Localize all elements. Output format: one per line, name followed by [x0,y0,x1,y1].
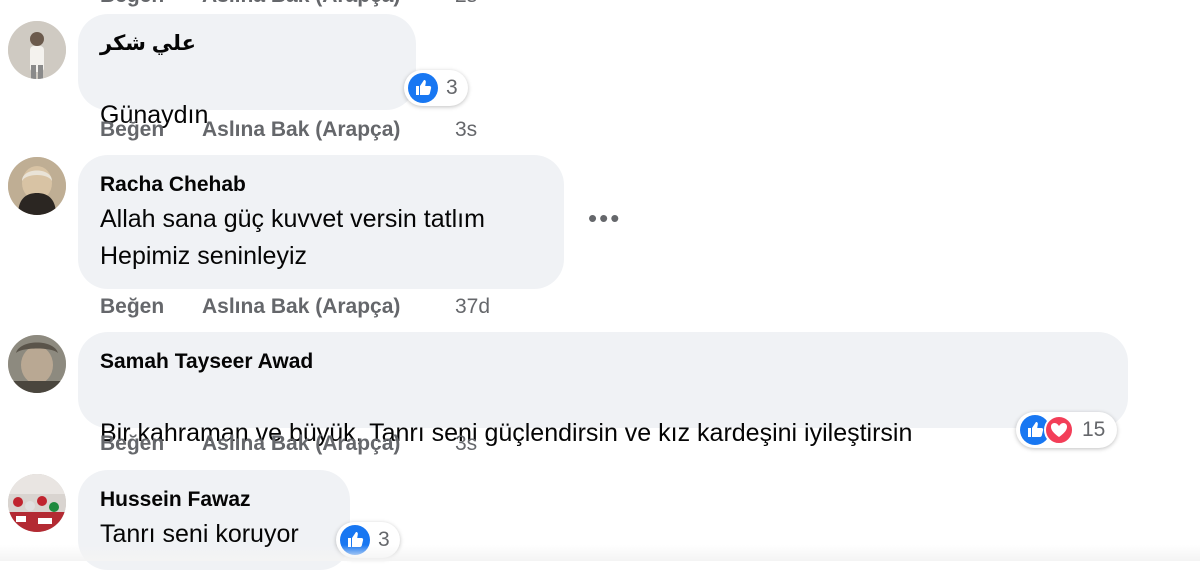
like-link[interactable]: Beğen [100,0,164,8]
avatar[interactable] [8,157,66,215]
comment-author[interactable]: علي شكر [100,32,394,56]
bottom-fade [0,545,1200,561]
comment-bubble: Racha Chehab Allah sana güç kuvvet versi… [78,155,564,289]
like-link[interactable]: Beğen [100,432,164,456]
love-reaction-icon [1044,415,1074,445]
avatar-photo [8,21,66,79]
comment-text: Allah sana güç kuvvet versin tatlım Hepi… [100,205,485,270]
timestamp: 37d [455,295,491,318]
like-link[interactable]: Beğen [100,295,164,319]
more-options-button[interactable]: ••• [588,205,621,231]
comment-author[interactable]: Racha Chehab [100,173,542,197]
like-reaction-icon [408,73,438,103]
reaction-summary[interactable]: 15 [1016,412,1118,448]
translate-link[interactable]: Aslına Bak (Arapça) [202,0,400,8]
avatar-photo [8,474,66,532]
avatar[interactable] [8,21,66,79]
translate-link[interactable]: Aslına Bak (Arapça) [202,432,400,456]
reaction-count: 15 [1082,418,1106,441]
reaction-summary[interactable]: 3 [404,70,468,106]
timestamp: 3s [455,118,478,141]
comment-author[interactable]: Hussein Fawaz [100,488,328,512]
translate-link[interactable]: Aslına Bak (Arapça) [202,295,400,319]
comment-bubble: علي شكر Günaydın [78,14,416,202]
avatar[interactable] [8,335,66,393]
timestamp: 3s [455,432,478,455]
like-link[interactable]: Beğen [100,118,164,142]
comment-author[interactable]: Samah Tayseer Awad [100,350,1106,374]
timestamp: 2s [455,0,477,8]
translate-link[interactable]: Aslına Bak (Arapça) [202,118,400,142]
avatar-photo [8,335,66,393]
avatar-photo [8,157,66,215]
reaction-count: 3 [446,76,458,99]
avatar[interactable] [8,474,66,532]
comment-bubble: Samah Tayseer Awad Bir kahraman ve büyük… [78,332,1128,518]
